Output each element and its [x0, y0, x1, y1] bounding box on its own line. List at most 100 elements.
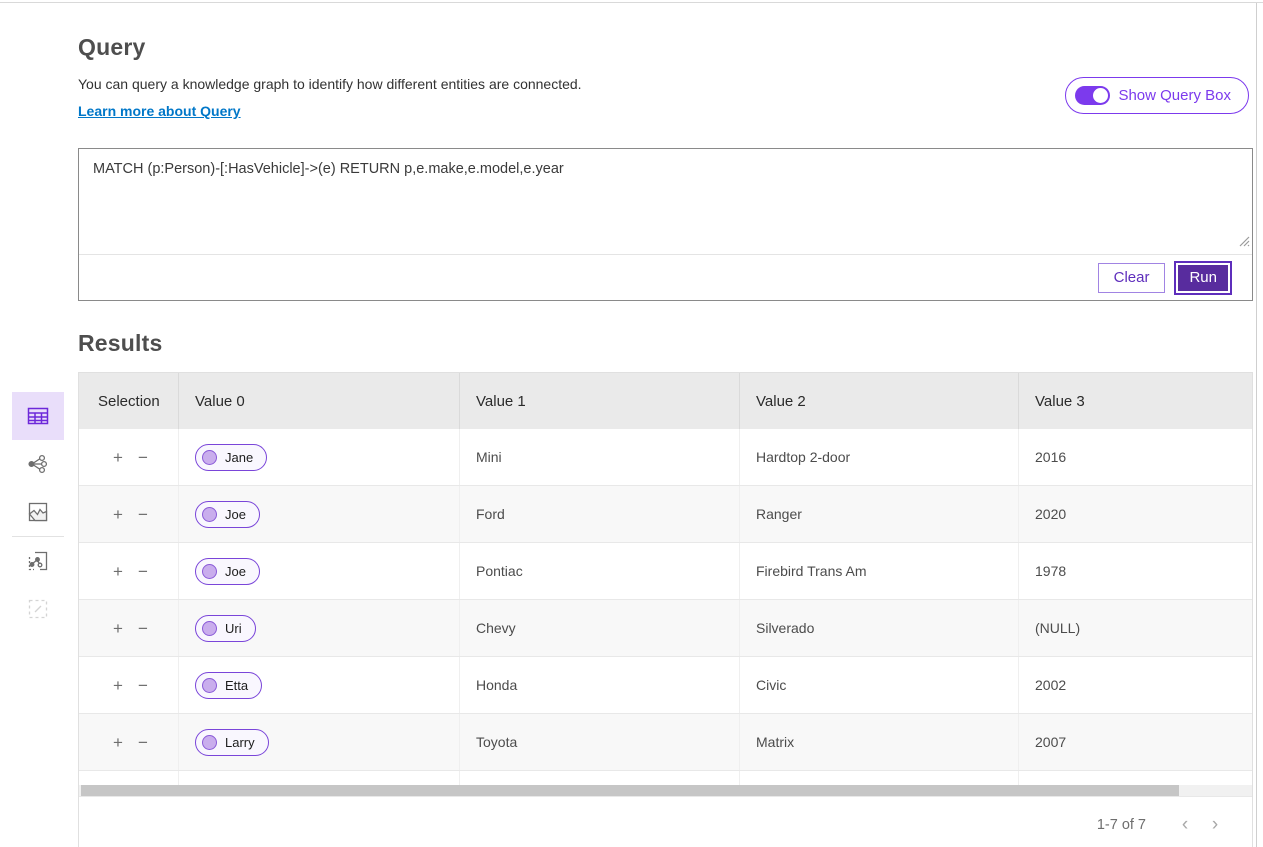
table-footer: 1-7 of 7 ‹ › — [79, 796, 1252, 847]
remove-from-selection-button[interactable]: − — [138, 449, 148, 466]
run-button[interactable]: Run — [1174, 261, 1232, 295]
add-to-selection-button[interactable]: + — [113, 677, 123, 694]
horizontal-scrollbar[interactable] — [79, 785, 1252, 796]
horizontal-scrollbar-thumb[interactable] — [81, 785, 1179, 796]
entity-pill[interactable]: Joe — [195, 558, 260, 585]
selection-cell: + − — [79, 486, 179, 542]
value3-cell — [1019, 771, 1252, 785]
table-row: + − Etta Honda Civic 2002 — [79, 657, 1252, 714]
add-to-selection-button[interactable]: + — [113, 449, 123, 466]
value2-cell: Hardtop 2-door — [740, 429, 1019, 485]
value3-cell: (NULL) — [1019, 600, 1252, 656]
entity-dot-icon — [202, 450, 217, 465]
value2-cell: Civic — [740, 657, 1019, 713]
results-table: Selection Value 0 Value 1 Value 2 Value … — [78, 372, 1253, 847]
query-page: Query You can query a knowledge graph to… — [0, 0, 1263, 847]
query-panel: Query You can query a knowledge graph to… — [78, 0, 1253, 847]
table-row: + − Joe Pontiac Firebird Trans Am 1978 — [79, 543, 1252, 600]
entity-cell: Joe — [179, 543, 460, 599]
table-row: + − Jane Mini Hardtop 2-door 2016 — [79, 429, 1252, 486]
value1-cell — [460, 771, 740, 785]
sidebar-item-table-view[interactable] — [12, 392, 64, 440]
column-header-value2: Value 2 — [740, 373, 1019, 429]
entity-pill[interactable]: Joe — [195, 501, 260, 528]
results-title: Results — [78, 330, 1253, 357]
column-header-value0: Value 0 — [179, 373, 460, 429]
selection-cell: + − — [79, 600, 179, 656]
add-to-selection-button[interactable]: + — [113, 734, 123, 751]
entity-pill[interactable]: Uri — [195, 615, 256, 642]
entity-dot-icon — [202, 678, 217, 693]
value2-cell: Silverado — [740, 600, 1019, 656]
value2-cell: Firebird Trans Am — [740, 543, 1019, 599]
entity-dot-icon — [202, 564, 217, 579]
selection-cell: + − — [79, 543, 179, 599]
entity-cell: Jane — [179, 429, 460, 485]
entity-cell: Larry — [179, 714, 460, 770]
table-header-row: Selection Value 0 Value 1 Value 2 Value … — [79, 373, 1252, 429]
entity-pill[interactable]: Larry — [195, 729, 269, 756]
add-to-selection-button[interactable]: + — [113, 563, 123, 580]
column-header-value1: Value 1 — [460, 373, 740, 429]
selection-cell: + − — [79, 714, 179, 770]
remove-from-selection-button[interactable]: − — [138, 563, 148, 580]
remove-from-selection-button[interactable]: − — [138, 677, 148, 694]
sidebar-item-new-view-disabled — [12, 585, 64, 633]
entity-pill[interactable]: Etta — [195, 672, 262, 699]
entity-cell — [179, 771, 460, 785]
map-overlay-icon — [28, 551, 48, 571]
query-input[interactable]: MATCH (p:Person)-[:HasVehicle]->(e) RETU… — [79, 149, 1252, 254]
next-page-button[interactable]: › — [1200, 814, 1230, 836]
add-to-selection-button[interactable]: + — [113, 620, 123, 637]
table-row: + − Joe Ford Ranger 2020 — [79, 486, 1252, 543]
show-query-box-toggle[interactable]: Show Query Box — [1065, 77, 1249, 114]
map-icon — [28, 502, 48, 522]
selection-cell: + − — [79, 429, 179, 485]
value3-cell: 2007 — [1019, 714, 1252, 770]
entity-pill[interactable]: Jane — [195, 444, 267, 471]
entity-cell: Joe — [179, 486, 460, 542]
column-header-selection: Selection — [79, 373, 179, 429]
entity-cell: Etta — [179, 657, 460, 713]
value1-cell: Chevy — [460, 600, 740, 656]
entity-name: Etta — [225, 678, 248, 693]
entity-name: Jane — [225, 450, 253, 465]
dashed-square-icon — [28, 599, 48, 619]
entity-dot-icon — [202, 507, 217, 522]
sidebar-item-map-view[interactable] — [12, 488, 64, 536]
column-header-value3: Value 3 — [1019, 373, 1252, 429]
remove-from-selection-button[interactable]: − — [138, 734, 148, 751]
value3-cell: 2016 — [1019, 429, 1252, 485]
toggle-label: Show Query Box — [1118, 87, 1231, 104]
selection-cell: + − — [79, 771, 179, 785]
query-box: MATCH (p:Person)-[:HasVehicle]->(e) RETU… — [78, 148, 1253, 301]
entity-name: Uri — [225, 621, 242, 636]
table-icon — [27, 406, 49, 426]
page-title: Query — [78, 34, 1253, 61]
previous-page-button[interactable]: ‹ — [1170, 814, 1200, 836]
right-panel-divider — [1256, 3, 1257, 847]
value3-cell: 1978 — [1019, 543, 1252, 599]
view-switcher-sidebar — [12, 392, 64, 633]
clear-button[interactable]: Clear — [1098, 263, 1166, 293]
table-row: + − Larry Toyota Matrix 2007 — [79, 714, 1252, 771]
learn-more-link[interactable]: Learn more about Query — [78, 103, 241, 119]
resize-handle-icon[interactable] — [1239, 234, 1250, 252]
value3-cell: 2002 — [1019, 657, 1252, 713]
selection-cell: + − — [79, 657, 179, 713]
remove-from-selection-button[interactable]: − — [138, 506, 148, 523]
value2-cell — [740, 771, 1019, 785]
sidebar-item-map-overlay-view[interactable] — [12, 537, 64, 585]
value1-cell: Honda — [460, 657, 740, 713]
entity-dot-icon — [202, 621, 217, 636]
sidebar-item-link-chart-view[interactable] — [12, 440, 64, 488]
link-chart-icon — [27, 454, 49, 474]
remove-from-selection-button[interactable]: − — [138, 620, 148, 637]
pagination-range: 1-7 of 7 — [1097, 817, 1146, 833]
add-to-selection-button[interactable]: + — [113, 506, 123, 523]
value2-cell: Ranger — [740, 486, 1019, 542]
entity-name: Joe — [225, 564, 246, 579]
toggle-switch-icon[interactable] — [1075, 86, 1110, 105]
entity-name: Larry — [225, 735, 255, 750]
table-row: + − — [79, 771, 1252, 785]
